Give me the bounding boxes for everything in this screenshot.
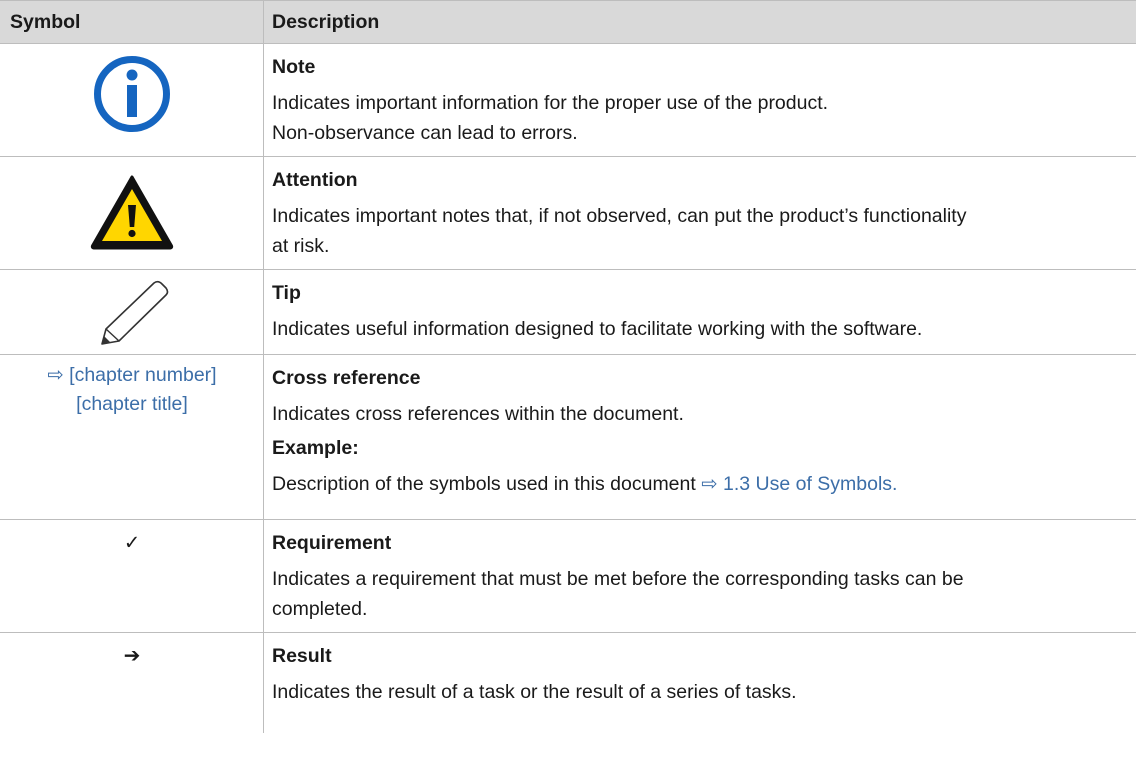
row-text: Non-observance can lead to errors.	[272, 122, 578, 144]
row-text: Indicates a requirement that must be met…	[272, 568, 964, 590]
table-row-attention: Attention Indicates important notes that…	[0, 157, 1136, 270]
table-header: Symbol Description	[0, 0, 1136, 44]
table-row-tip: Tip Indicates useful information designe…	[0, 270, 1136, 355]
example-line: Description of the symbols used in this …	[272, 469, 1128, 499]
cross-reference-chapter-title: [chapter title]	[76, 393, 188, 415]
table-row-note: Note Indicates important information for…	[0, 44, 1136, 157]
row-text: Indicates important notes that, if not o…	[272, 205, 967, 227]
info-icon	[0, 54, 264, 134]
table-row-requirement: ✓ Requirement Indicates a requirement th…	[0, 520, 1136, 633]
row-text: Indicates important information for the …	[272, 92, 829, 114]
cross-reference-chapter-number: ⇨ [chapter number]	[47, 364, 217, 386]
warning-icon	[0, 173, 264, 251]
row-title: Requirement	[272, 532, 392, 554]
header-symbol: Symbol	[10, 11, 81, 33]
pencil-icon	[0, 278, 264, 350]
example-link[interactable]: ⇨ 1.3 Use of Symbols.	[701, 473, 897, 495]
symbols-table: Symbol Description Note Indicates import…	[0, 0, 1136, 733]
example-label: Example:	[272, 437, 359, 459]
header-description: Description	[272, 11, 380, 33]
row-text: Indicates the result of a task or the re…	[272, 681, 797, 703]
row-text: at risk.	[272, 235, 330, 257]
row-title: Attention	[272, 169, 358, 191]
row-title: Note	[272, 56, 316, 78]
example-text: Description of the symbols used in this …	[272, 473, 702, 495]
table-row-cross-reference: ⇨ [chapter number] [chapter title] Cross…	[0, 355, 1136, 520]
row-text: Indicates cross references within the do…	[272, 403, 684, 425]
row-title: Cross reference	[272, 367, 421, 389]
row-text: completed.	[272, 598, 368, 620]
row-text: Indicates useful information designed to…	[272, 318, 923, 340]
cross-reference-symbol: ⇨ [chapter number] [chapter title]	[0, 361, 264, 419]
checkmark-icon: ✓	[123, 532, 141, 554]
arrow-right-icon: ➔	[123, 645, 141, 667]
row-title: Result	[272, 645, 332, 667]
row-title: Tip	[272, 282, 301, 304]
table-row-result: ➔ Result Indicates the result of a task …	[0, 633, 1136, 733]
